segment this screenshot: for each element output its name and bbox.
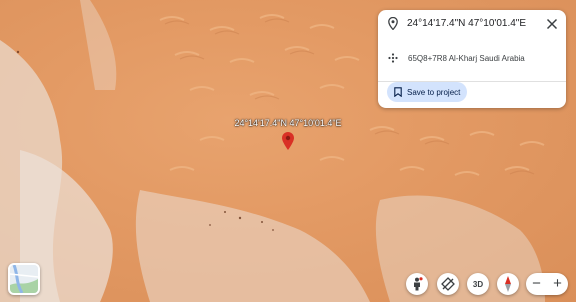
street-view-button[interactable] [406, 273, 428, 295]
plus-code-text: 65Q8+7R8 Al-Kharj Saudi Arabia [408, 53, 525, 63]
plus-code-icon [388, 53, 398, 63]
location-pin-icon [388, 17, 398, 30]
map-layer-thumbnail-icon [10, 265, 38, 293]
3d-label: 3D [472, 279, 484, 289]
location-info-card: 24°14'17.4"N 47°10'01.4"E 65Q8+7R8 Al-Kh… [378, 10, 566, 108]
zoom-out-button[interactable]: − [526, 273, 547, 295]
tilt-icon [441, 277, 455, 291]
compass-icon [505, 276, 511, 292]
satellite-map[interactable]: 24°14'17.4"N 47°10'01.4"E 24°14'17.4"N 4… [0, 0, 576, 302]
pegman-icon [414, 277, 423, 291]
close-icon[interactable] [544, 16, 560, 32]
tilt-button[interactable] [437, 273, 459, 295]
location-pin-icon[interactable] [282, 132, 294, 150]
zoom-in-button[interactable]: + [547, 273, 568, 295]
3d-toggle-button[interactable]: 3D [467, 273, 489, 295]
pin-label: 24°14'17.4"N 47°10'01.4"E [234, 118, 342, 128]
save-button-label: Save to project [407, 87, 461, 97]
compass-button[interactable] [497, 273, 519, 295]
layers-toggle[interactable] [8, 263, 40, 295]
coordinates-row: 24°14'17.4"N 47°10'01.4"E [388, 17, 526, 30]
coordinates-text: 24°14'17.4"N 47°10'01.4"E [407, 18, 527, 29]
plus-code-row: 65Q8+7R8 Al-Kharj Saudi Arabia [388, 53, 525, 63]
zoom-control: − + [526, 273, 568, 295]
save-to-project-button[interactable]: Save to project [387, 82, 467, 102]
save-icon [394, 87, 402, 97]
